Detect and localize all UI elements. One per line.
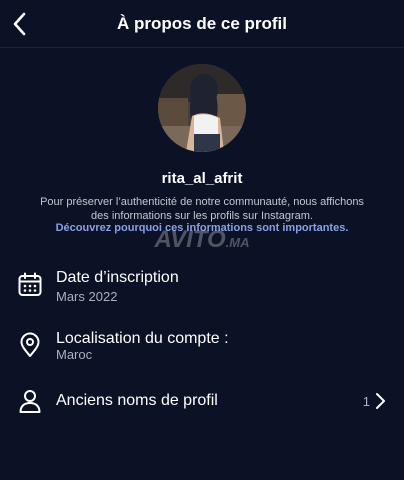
- account-location-value: Maroc: [56, 347, 93, 362]
- calendar-icon: [18, 272, 42, 296]
- former-usernames-count: 1: [362, 394, 370, 409]
- person-icon: [19, 390, 41, 413]
- profile-username: rita_al_afrit: [161, 170, 243, 187]
- date-joined-label: Date d’inscription: [56, 269, 179, 286]
- top-bar: À propos de ce profil: [0, 0, 404, 48]
- account-location-label: Localisation du compte :: [56, 330, 229, 347]
- location-pin-icon: [20, 332, 40, 357]
- page-title: À propos de ce profil: [116, 14, 288, 33]
- former-usernames-label: Anciens noms de profil: [56, 392, 218, 409]
- profile-description: Pour préserver l’authenticité de notre c…: [40, 196, 364, 222]
- date-joined-row: Date d’inscription Mars 2022: [0, 266, 404, 306]
- date-joined-value: Mars 2022: [56, 289, 118, 304]
- account-location-row: Localisation du compte : Maroc: [0, 326, 404, 366]
- profile-avatar[interactable]: [158, 64, 246, 152]
- learn-more-link[interactable]: Découvrez pourquoi ces informations sont…: [20, 222, 384, 234]
- watermark-suffix: .MA: [225, 235, 250, 250]
- former-usernames-row[interactable]: Anciens noms de profil 1: [0, 386, 404, 418]
- profile-photo: [158, 64, 246, 152]
- chevron-right-icon: [376, 393, 385, 409]
